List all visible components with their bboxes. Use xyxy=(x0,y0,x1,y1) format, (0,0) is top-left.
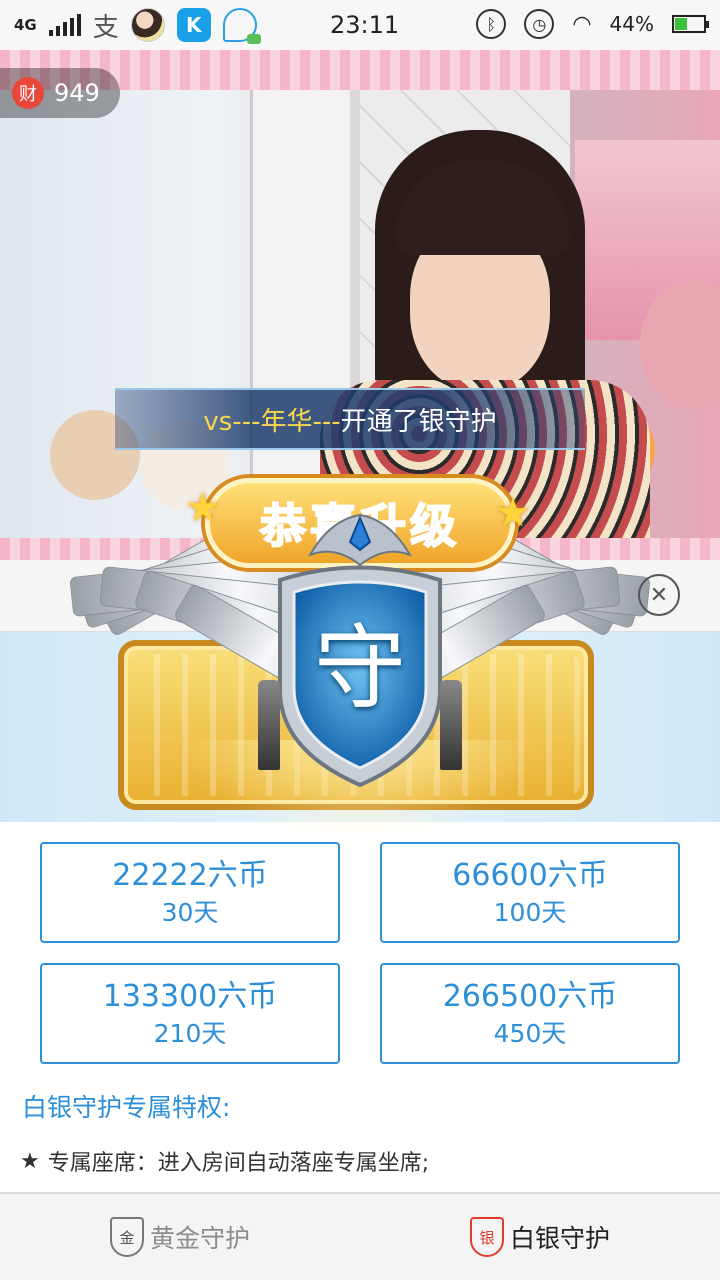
bluetooth-icon: ᛒ xyxy=(476,9,507,39)
plan-duration: 450天 xyxy=(493,1018,567,1048)
status-bar: 4G 支 K 23:11 ᛒ ◷ ◠ 44% xyxy=(0,0,720,50)
message-notification-icon xyxy=(222,8,261,44)
tab-label: 黄金守护 xyxy=(149,1224,250,1253)
plan-duration: 30天 xyxy=(161,897,219,927)
star-icon: ★ xyxy=(185,485,221,531)
kugou-icon: K xyxy=(176,8,211,42)
guard-tab-bar: 金 黄金守护 银 白银守护 xyxy=(0,1192,720,1280)
star-icon: ★ xyxy=(495,490,531,536)
signal-icon xyxy=(48,14,81,36)
wealth-badge[interactable]: 财 949 xyxy=(0,68,120,118)
tab-label: 白银守护 xyxy=(509,1224,610,1253)
tassel-right xyxy=(440,680,462,770)
clock: 23:11 xyxy=(330,11,400,39)
wealth-icon: 财 xyxy=(12,77,44,109)
announcement-user: vs---年华--- xyxy=(203,406,341,437)
plan-option-450-days[interactable]: 266500六币 450天 xyxy=(380,963,680,1064)
plan-price: 66600六币 xyxy=(452,857,608,893)
notification-avatar-icon xyxy=(130,8,165,42)
announcement-message: 开通了银守护 xyxy=(340,406,497,437)
guard-character: 守 xyxy=(313,614,406,722)
battery-icon xyxy=(672,15,709,33)
guard-announcement: vs---年华--- 开通了银守护 xyxy=(115,388,585,450)
plan-option-30-days[interactable]: 22222六币 30天 xyxy=(40,842,340,943)
battery-percent: 44% xyxy=(609,12,654,36)
plan-duration: 210天 xyxy=(153,1018,227,1048)
alipay-icon: 支 xyxy=(92,12,119,43)
close-button[interactable]: ✕ xyxy=(638,574,680,616)
alarm-icon: ◷ xyxy=(524,9,555,39)
battery-fill xyxy=(675,18,688,30)
plan-grid: 22222六币 30天 66600六币 100天 133300六币 210天 2… xyxy=(40,842,680,1064)
privilege-item: ★ 专属座席：进入房间自动落座专属坐席; xyxy=(20,1145,429,1177)
tab-silver-guard[interactable]: 银 白银守护 xyxy=(360,1194,720,1280)
plan-duration: 100天 xyxy=(493,897,567,927)
plan-option-100-days[interactable]: 66600六币 100天 xyxy=(380,842,680,943)
plan-price: 22222六币 xyxy=(112,857,268,893)
wealth-value: 949 xyxy=(54,79,100,107)
privilege-text: 专属座席：进入房间自动落座专属坐席; xyxy=(47,1151,430,1176)
wifi-icon: ◠ xyxy=(572,11,592,37)
privileges-title: 白银守护专属特权: xyxy=(22,1093,231,1122)
star-bullet-icon: ★ xyxy=(20,1148,40,1174)
plan-price: 266500六币 xyxy=(442,978,618,1014)
network-type: 4G xyxy=(14,16,37,34)
app-screen: 4G 支 K 23:11 ᛒ ◷ ◠ 44% 财 949 ★ ★ 守 vs---… xyxy=(0,0,720,1280)
plan-price: 133300六币 xyxy=(102,978,278,1014)
silver-shield-icon: 银 xyxy=(469,1217,504,1257)
gold-shield-icon: 金 xyxy=(109,1217,144,1257)
tab-gold-guard[interactable]: 金 黄金守护 xyxy=(0,1194,360,1280)
tassel-left xyxy=(258,680,280,770)
plan-option-210-days[interactable]: 133300六币 210天 xyxy=(40,963,340,1064)
